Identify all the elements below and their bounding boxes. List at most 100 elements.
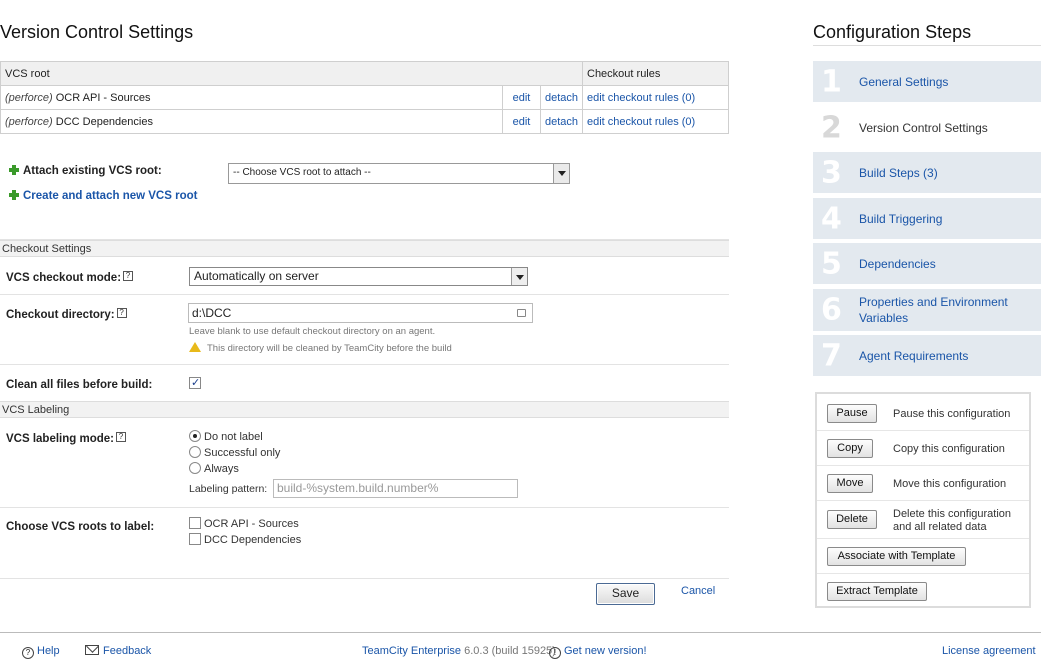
checkout-mode-select[interactable]: Automatically on server bbox=[189, 267, 528, 286]
action-row-copy: Copy Copy this configuration bbox=[817, 431, 1029, 466]
radio-button[interactable] bbox=[189, 430, 201, 442]
license-link[interactable]: License agreement bbox=[942, 645, 1036, 657]
checkout-dir-warning: This directory will be cleaned by TeamCi… bbox=[189, 342, 452, 354]
extract-template-button[interactable]: Extract Template bbox=[827, 582, 927, 601]
copy-button[interactable]: Copy bbox=[827, 439, 873, 458]
labeling-pattern-label: Labeling pattern: bbox=[189, 483, 268, 495]
chevron-down-icon[interactable] bbox=[511, 268, 527, 285]
step-label[interactable]: Build Triggering bbox=[859, 211, 1034, 227]
pause-button[interactable]: Pause bbox=[827, 404, 877, 423]
radio-button[interactable] bbox=[189, 462, 201, 474]
help-link[interactable]: ? Help bbox=[22, 645, 60, 659]
step-general-settings[interactable]: 1 General Settings bbox=[813, 61, 1041, 102]
checkout-dir-hint: Leave blank to use default checkout dire… bbox=[189, 326, 436, 337]
checkout-directory-input[interactable]: d:\DCC bbox=[188, 303, 533, 323]
step-version-control: 2 Version Control Settings bbox=[813, 107, 1041, 148]
detach-vcs-root-link[interactable]: detach bbox=[545, 116, 578, 128]
new-version-text: Get new version! bbox=[564, 645, 647, 657]
help-icon[interactable]: ? bbox=[123, 271, 134, 281]
vcs-root-cell: (perforce) DCC Dependencies bbox=[0, 109, 503, 134]
step-label[interactable]: Agent Requirements bbox=[859, 348, 1034, 364]
radio-label: Do not label bbox=[204, 431, 263, 443]
step-agent-requirements[interactable]: 7 Agent Requirements bbox=[813, 335, 1041, 376]
checkbox[interactable] bbox=[189, 533, 201, 545]
divider bbox=[0, 507, 729, 508]
step-build-triggering[interactable]: 4 Build Triggering bbox=[813, 198, 1041, 239]
clean-files-checkbox[interactable] bbox=[189, 376, 204, 390]
radio-successful-only[interactable]: Successful only bbox=[189, 446, 280, 459]
action-row-move: Move Move this configuration bbox=[817, 466, 1029, 501]
vcs-type: (perforce) bbox=[5, 91, 53, 104]
edit-checkout-rules-link[interactable]: edit checkout rules (0) bbox=[587, 116, 695, 128]
step-properties[interactable]: 6 Properties and Environment Variables bbox=[813, 289, 1041, 331]
checkbox[interactable] bbox=[189, 517, 201, 529]
create-vcs-root-link[interactable]: Create and attach new VCS root bbox=[9, 190, 197, 202]
radio-always[interactable]: Always bbox=[189, 462, 239, 475]
step-label: Version Control Settings bbox=[859, 120, 988, 135]
clean-files-label: Clean all files before build: bbox=[6, 379, 153, 391]
step-label[interactable]: General Settings bbox=[859, 74, 1034, 90]
step-number: 4 bbox=[821, 201, 842, 236]
product-version: 6.0.3 (build 15925) bbox=[464, 645, 556, 657]
save-button[interactable]: Save bbox=[596, 583, 655, 605]
move-button[interactable]: Move bbox=[827, 474, 873, 493]
action-row-delete: Delete Delete this configuration and all… bbox=[817, 501, 1029, 539]
checkbox-checked[interactable] bbox=[189, 376, 201, 389]
help-icon: ? bbox=[22, 647, 34, 659]
edit-vcs-root-link[interactable]: edit bbox=[513, 116, 531, 128]
feedback-link[interactable]: Feedback bbox=[85, 645, 151, 657]
radio-button[interactable] bbox=[189, 446, 201, 458]
product-link[interactable]: TeamCity Enterprise bbox=[362, 645, 461, 657]
step-dependencies[interactable]: 5 Dependencies bbox=[813, 243, 1041, 284]
detach-vcs-root-link[interactable]: detach bbox=[545, 92, 578, 104]
label-root-ocr-api[interactable]: OCR API - Sources bbox=[189, 517, 299, 530]
product-info: TeamCity Enterprise 6.0.3 (build 15925) bbox=[362, 645, 556, 657]
table-row: (perforce) DCC Dependencies edit detach … bbox=[0, 109, 729, 134]
edit-checkout-rules-link[interactable]: edit checkout rules (0) bbox=[587, 92, 695, 104]
step-number: 1 bbox=[821, 64, 842, 99]
browse-icon[interactable] bbox=[517, 309, 526, 317]
label-root-dcc[interactable]: DCC Dependencies bbox=[189, 533, 301, 546]
associate-template-button[interactable]: Associate with Template bbox=[827, 547, 966, 566]
action-row-associate: Associate with Template bbox=[817, 539, 1029, 574]
radio-label: Always bbox=[204, 463, 239, 475]
vcs-root-cell: (perforce) OCR API - Sources bbox=[0, 85, 503, 110]
radio-do-not-label[interactable]: Do not label bbox=[189, 430, 263, 443]
help-icon[interactable]: ? bbox=[116, 432, 126, 442]
delete-button[interactable]: Delete bbox=[827, 510, 877, 529]
checkout-rules-column-header: Checkout rules bbox=[582, 61, 729, 86]
envelope-icon bbox=[85, 645, 99, 655]
steps-title: Configuration Steps bbox=[813, 22, 972, 42]
footer-divider bbox=[0, 632, 1041, 633]
chevron-down-icon[interactable] bbox=[553, 164, 569, 183]
move-description: Move this configuration bbox=[893, 478, 1007, 490]
checkout-mode-value: Automatically on server bbox=[194, 269, 319, 283]
help-icon[interactable]: ? bbox=[116, 308, 127, 318]
attach-vcs-root-select[interactable]: -- Choose VCS root to attach -- bbox=[228, 163, 570, 184]
labeling-pattern-input[interactable]: build-%system.build.number% bbox=[273, 479, 518, 498]
step-number: 5 bbox=[821, 246, 842, 281]
vcs-root-column-header: VCS root bbox=[0, 61, 583, 86]
attach-vcs-root-label: Attach existing VCS root: bbox=[9, 165, 162, 177]
action-row-pause: Pause Pause this configuration bbox=[817, 394, 1029, 431]
page-title: Version Control Settings bbox=[0, 22, 194, 42]
step-label[interactable]: Dependencies bbox=[859, 256, 1034, 272]
label-roots-label: Choose VCS roots to label: bbox=[6, 521, 155, 533]
divider bbox=[0, 294, 729, 295]
step-label[interactable]: Properties and Environment Variables bbox=[859, 294, 1034, 326]
step-number: 7 bbox=[821, 338, 842, 373]
checkout-directory-label: Checkout directory:? bbox=[6, 308, 127, 321]
radio-label: Successful only bbox=[204, 447, 281, 459]
checkout-dir-label-text: Checkout directory: bbox=[6, 309, 115, 321]
action-row-extract: Extract Template bbox=[817, 574, 1029, 608]
get-new-version-link[interactable]: ! Get new version! bbox=[549, 645, 647, 659]
checkbox-label: DCC Dependencies bbox=[204, 534, 302, 546]
divider bbox=[813, 45, 1041, 46]
edit-vcs-root-link[interactable]: edit bbox=[513, 92, 531, 104]
divider bbox=[0, 364, 729, 365]
step-label[interactable]: Build Steps (3) bbox=[859, 165, 1034, 181]
delete-description: Delete this configuration and all relate… bbox=[893, 508, 1012, 533]
cancel-link[interactable]: Cancel bbox=[681, 585, 715, 597]
vcs-roots-table: VCS root Checkout rules (perforce) OCR A… bbox=[0, 61, 729, 134]
step-build-steps[interactable]: 3 Build Steps (3) bbox=[813, 152, 1041, 193]
